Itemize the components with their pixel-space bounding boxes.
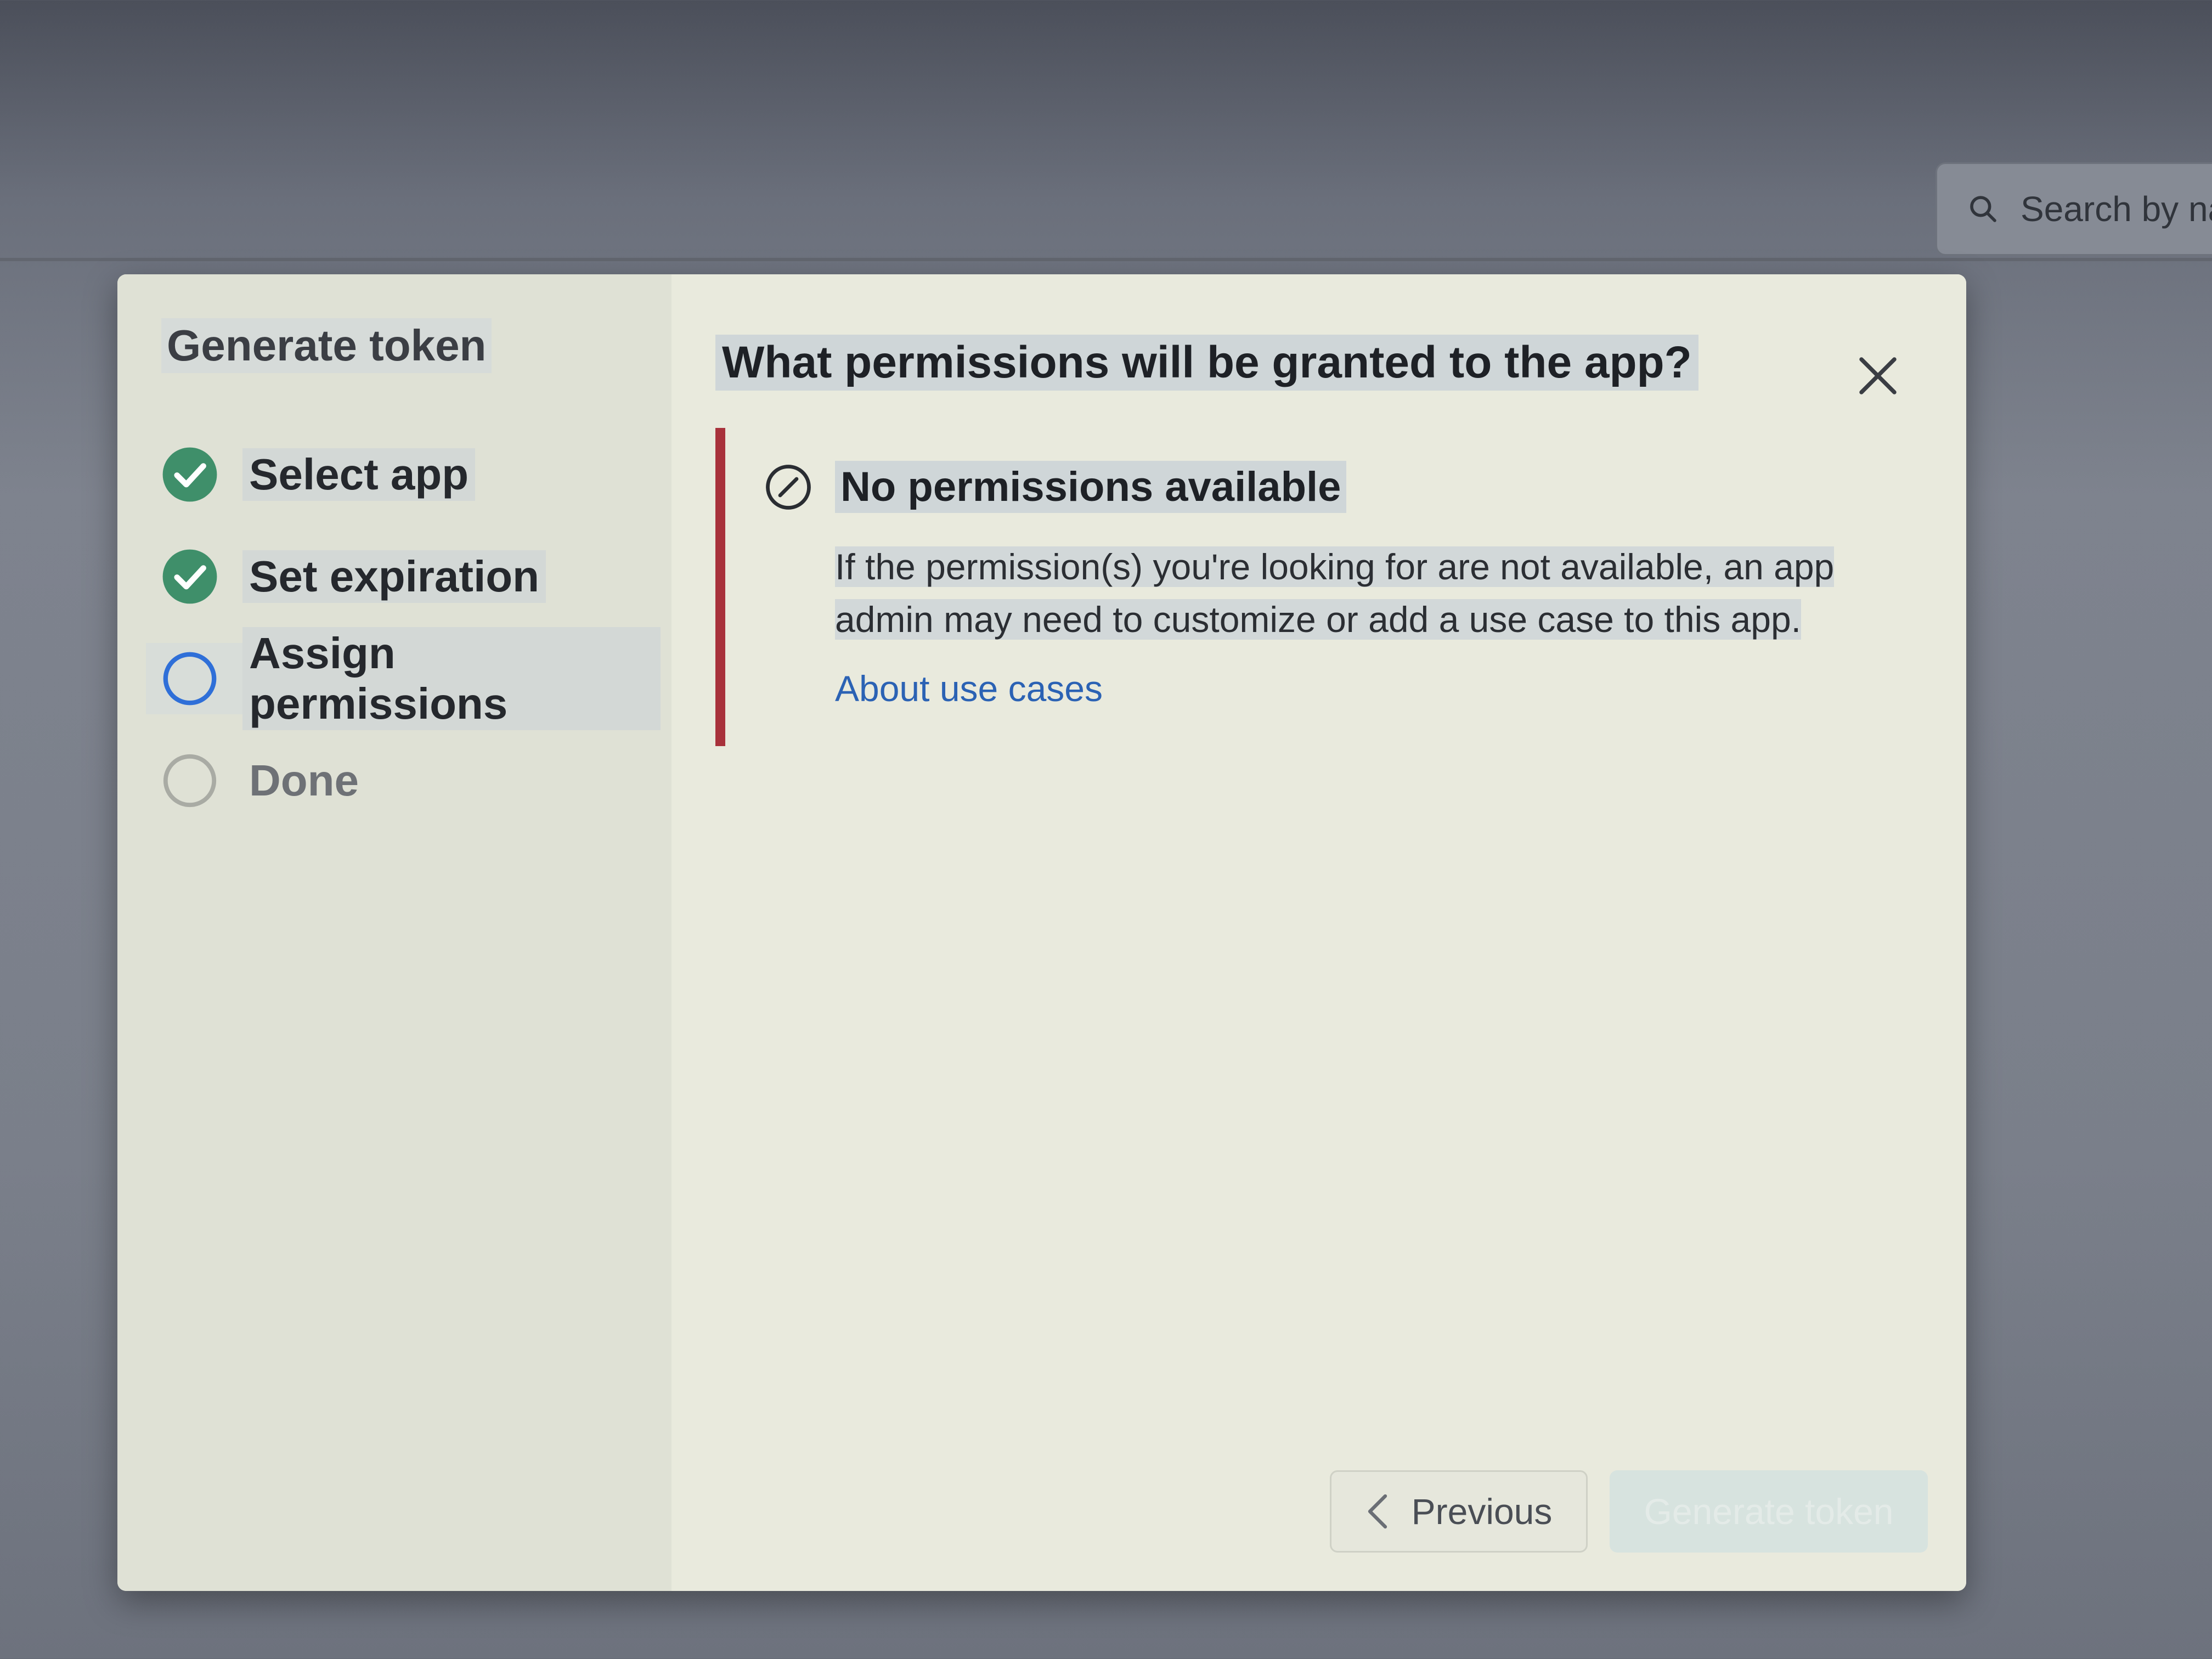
notice-heading: No permissions available bbox=[835, 461, 1347, 513]
prohibited-icon bbox=[766, 464, 811, 510]
background-divider bbox=[0, 258, 2212, 261]
step-done: Done bbox=[161, 745, 639, 816]
about-use-cases-link[interactable]: About use cases bbox=[835, 668, 1103, 709]
close-icon[interactable] bbox=[1853, 351, 1903, 400]
background-search-input[interactable]: Search by na bbox=[1936, 162, 2212, 256]
pending-step-circle-icon bbox=[163, 754, 217, 808]
step-select-app[interactable]: Select app bbox=[161, 439, 639, 510]
step-label: Assign permissions bbox=[242, 627, 661, 730]
page-title: What permissions will be granted to the … bbox=[715, 335, 1699, 391]
check-circle-icon bbox=[162, 447, 217, 502]
current-step-circle-icon bbox=[163, 652, 217, 706]
wizard-footer: Previous Generate token bbox=[1330, 1470, 1928, 1553]
generate-token-button-label: Generate token bbox=[1644, 1491, 1894, 1532]
step-label: Select app bbox=[242, 448, 476, 501]
chevron-left-icon bbox=[1368, 1494, 1387, 1529]
wizard-title: Generate token bbox=[161, 318, 492, 373]
wizard-sidebar: Generate token Select app Set expiration… bbox=[117, 274, 672, 1591]
check-circle-icon bbox=[162, 549, 217, 604]
notice-header: No permissions available bbox=[764, 461, 1911, 513]
no-permissions-notice: No permissions available If the permissi… bbox=[715, 428, 1911, 746]
step-label: Done bbox=[249, 756, 359, 805]
step-set-expiration[interactable]: Set expiration bbox=[161, 541, 639, 612]
notice-body-text: If the permission(s) you're looking for … bbox=[835, 546, 1835, 640]
previous-button-label: Previous bbox=[1411, 1491, 1553, 1532]
notice-body: If the permission(s) you're looking for … bbox=[835, 540, 1866, 646]
step-assign-permissions[interactable]: Assign permissions bbox=[146, 627, 661, 730]
wizard-content: What permissions will be granted to the … bbox=[672, 274, 1966, 1591]
search-icon bbox=[1970, 196, 1996, 222]
step-label: Set expiration bbox=[242, 550, 546, 603]
previous-button[interactable]: Previous bbox=[1330, 1470, 1588, 1553]
search-placeholder: Search by na bbox=[2021, 189, 2212, 229]
generate-token-dialog: Generate token Select app Set expiration… bbox=[117, 274, 1966, 1591]
generate-token-button[interactable]: Generate token bbox=[1610, 1470, 1928, 1553]
